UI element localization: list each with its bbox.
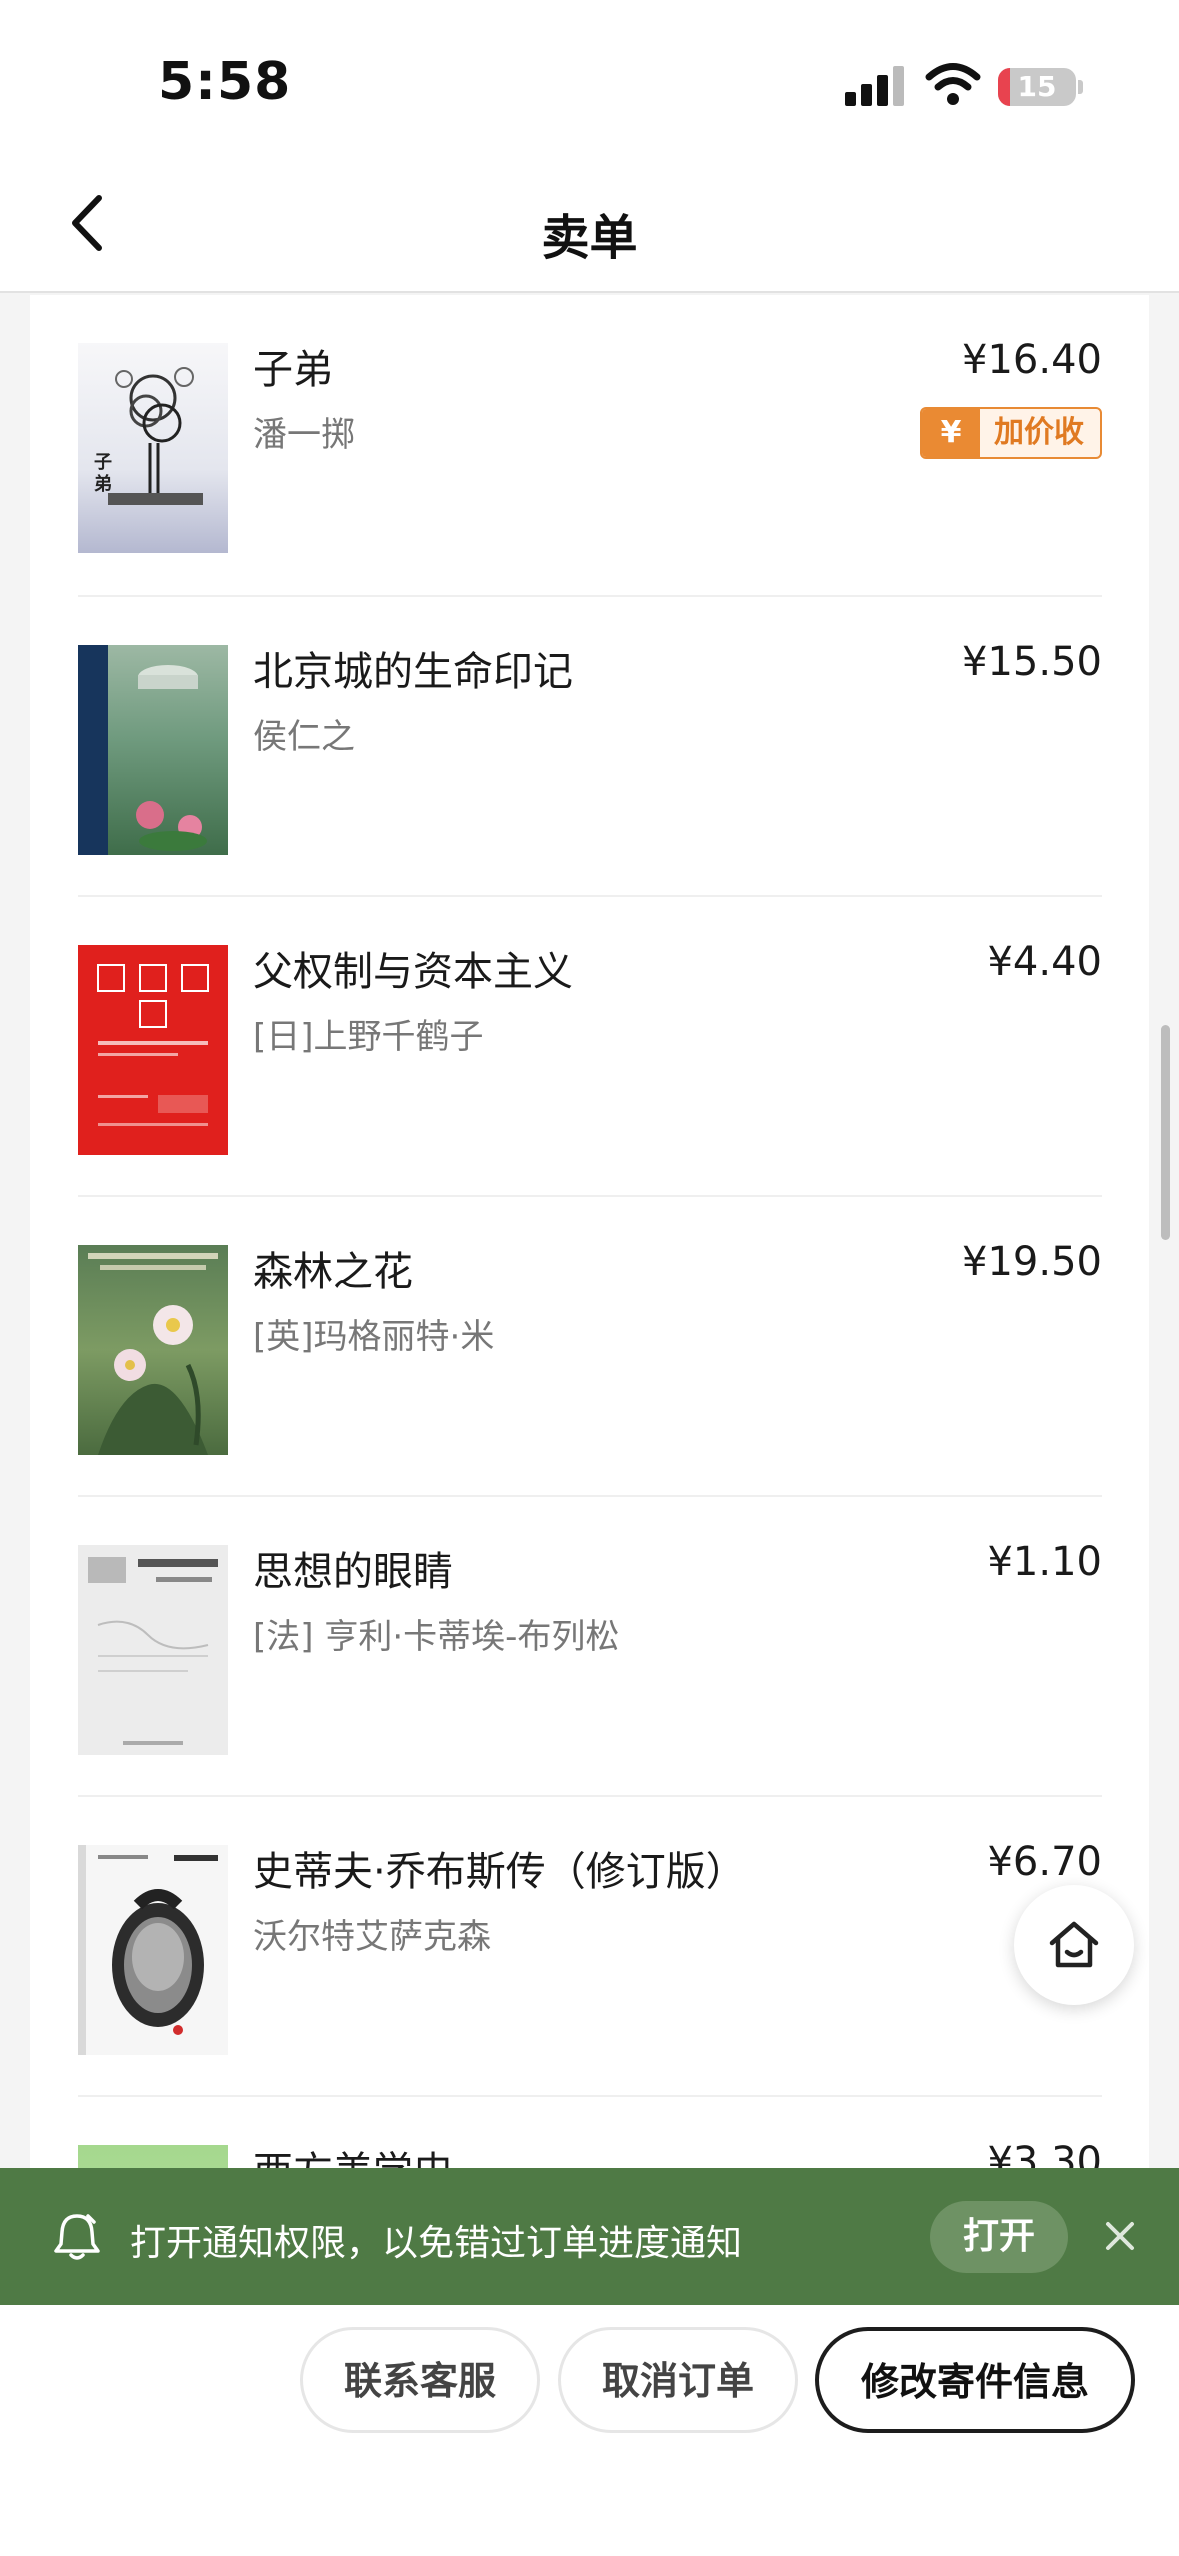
list-item[interactable]: 西方美学史 ¥3.30 [78,2095,1102,2170]
home-icon [1049,1921,1099,1968]
book-author: [日]上野千鹤子 [253,1017,484,1057]
book-price: ¥16.40 [962,337,1102,383]
list-item[interactable]: 森林之花 [英]玛格丽特·米 ¥19.50 [78,1195,1102,1495]
battery-percent: 15 [1017,70,1057,103]
close-icon[interactable] [1098,2214,1142,2258]
book-title: 思想的眼睛 [253,1549,453,1595]
sell-order-list: 子 弟 子弟 潘一掷 ¥16.40 ¥ 加价收 北京城的生命印记 侯仁之 ¥15… [30,295,1149,2170]
book-cover [78,1245,228,1455]
bell-icon [50,2210,104,2264]
book-price: ¥15.50 [962,639,1102,685]
modify-shipping-info-button[interactable]: 修改寄件信息 [815,2327,1135,2433]
book-author: [法] 亨利·卡蒂埃-布列松 [253,1617,620,1657]
book-title: 史蒂夫·乔布斯传（修订版） [253,1849,746,1895]
scrollbar[interactable] [1161,1025,1170,1240]
book-price: ¥1.10 [987,1539,1102,1585]
home-button[interactable] [1014,1885,1134,2005]
book-title: 北京城的生命印记 [253,649,573,695]
svg-text:子: 子 [94,452,112,473]
badge-label: 加价收 [994,415,1084,450]
price-increase-badge: ¥ 加价收 [920,407,1102,459]
battery-icon: 15 [998,68,1076,106]
yen-exchange-icon: ¥ [922,409,980,457]
bottom-action-bar: 联系客服 取消订单 修改寄件信息 [0,2305,1179,2556]
book-price: ¥6.70 [987,1839,1102,1885]
book-author: 侯仁之 [253,717,355,757]
list-item[interactable]: 子 弟 子弟 潘一掷 ¥16.40 ¥ 加价收 [78,295,1102,595]
book-price: ¥3.30 [987,2139,1102,2170]
book-price: ¥19.50 [962,1239,1102,1285]
list-item[interactable]: 思想的眼睛 [法] 亨利·卡蒂埃-布列松 ¥1.10 [78,1495,1102,1795]
book-author: 沃尔特艾萨克森 [253,1917,491,1957]
list-item[interactable]: 史蒂夫·乔布斯传（修订版） 沃尔特艾萨克森 ¥6.70 [78,1795,1102,2095]
status-bar: 5:58 15 [0,0,1179,160]
book-title: 子弟 [253,347,333,393]
book-cover [78,1845,228,2055]
book-cover [78,1545,228,1755]
wifi-icon [925,62,981,106]
battery-cap [1078,80,1083,94]
book-author: [英]玛格丽特·米 [253,1317,495,1357]
nav-bar: 卖单 [0,160,1179,293]
page-title: 卖单 [541,210,638,266]
status-time: 5:58 [158,52,292,112]
list-item[interactable]: 北京城的生命印记 侯仁之 ¥15.50 [78,595,1102,895]
notification-text: 打开通知权限，以免错过订单进度通知 [130,2223,743,2264]
book-price: ¥4.40 [987,939,1102,985]
book-title: 森林之花 [253,1249,413,1295]
notification-banner: 打开通知权限，以免错过订单进度通知 打开 [0,2168,1179,2305]
cancel-order-button[interactable]: 取消订单 [558,2327,798,2433]
cellular-signal-icon [845,66,905,106]
book-cover [78,945,228,1155]
book-title: 西方美学史 [253,2139,453,2170]
contact-support-button[interactable]: 联系客服 [300,2327,540,2433]
book-cover: 子 弟 [78,343,228,553]
svg-text:弟: 弟 [94,473,112,495]
list-item[interactable]: 父权制与资本主义 [日]上野千鹤子 ¥4.40 [78,895,1102,1195]
book-cover [78,645,228,855]
book-title: 父权制与资本主义 [253,949,573,995]
book-cover [78,2145,228,2170]
book-author: 潘一掷 [253,415,355,455]
open-notifications-button[interactable]: 打开 [930,2201,1068,2273]
